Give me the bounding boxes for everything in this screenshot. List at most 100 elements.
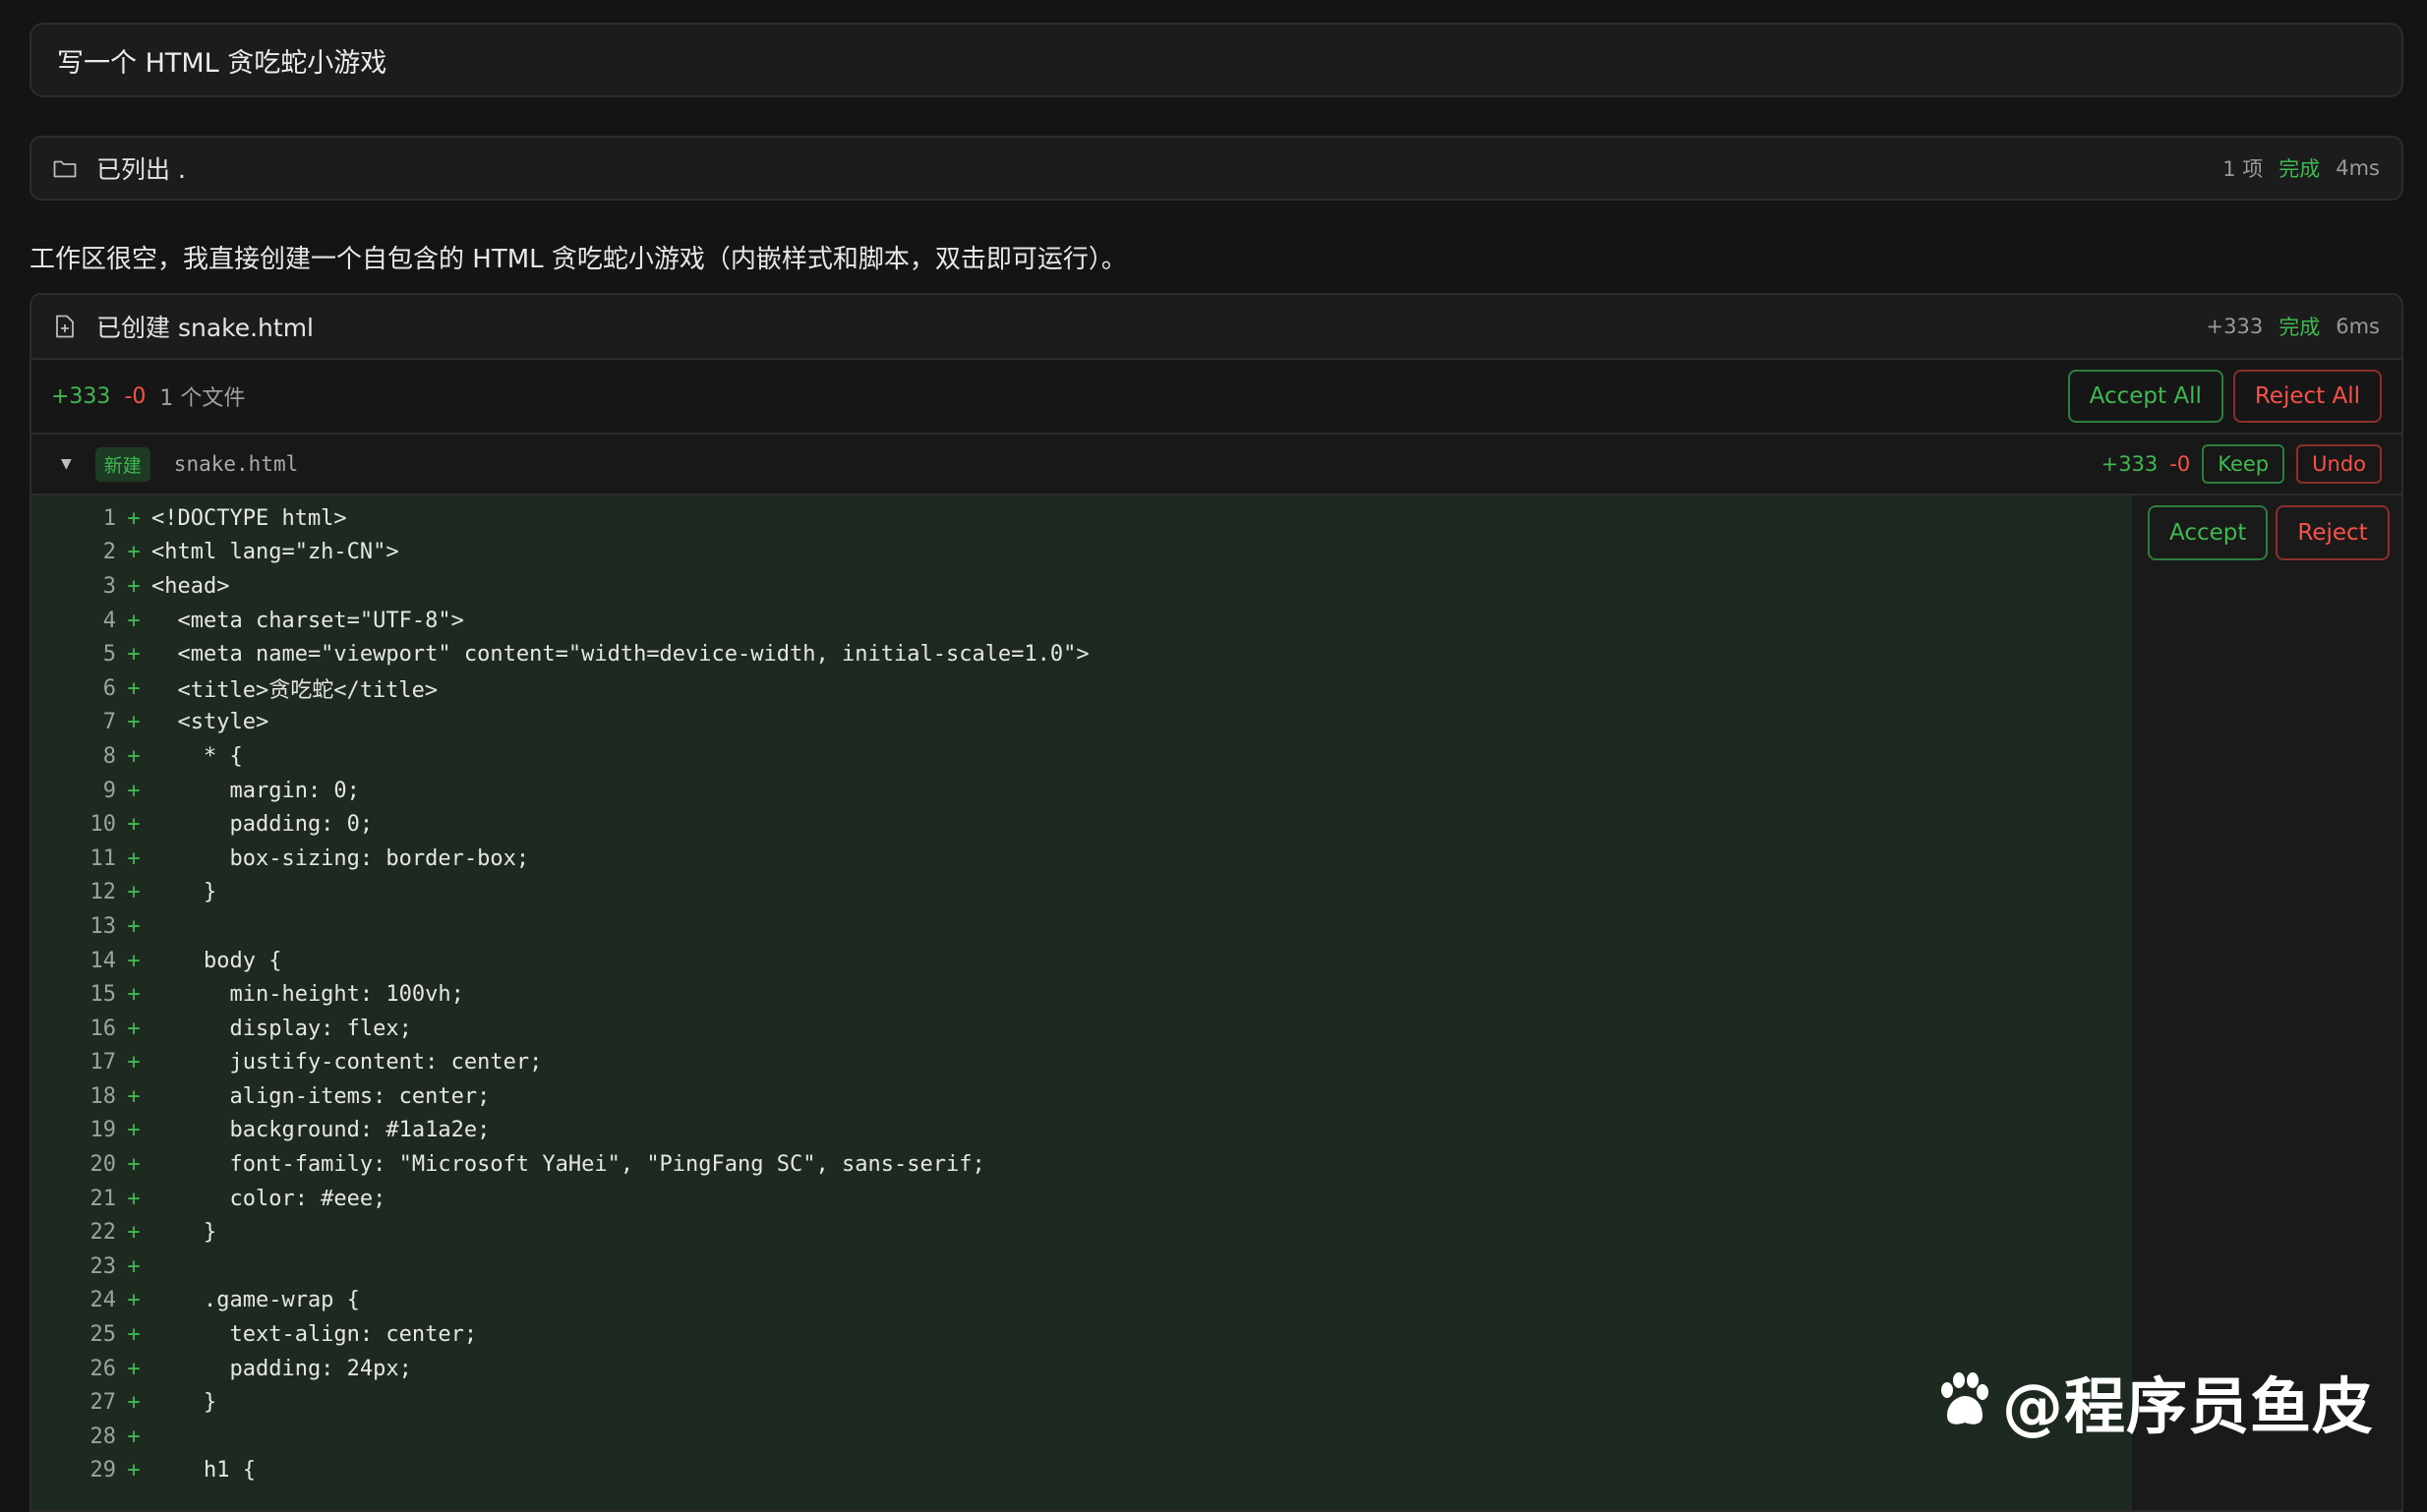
- accept-hunk-button[interactable]: Accept: [2148, 505, 2269, 560]
- code-text: <title>贪吃蛇</title>: [151, 678, 439, 704]
- paw-logo-icon: [1933, 1370, 1994, 1431]
- summary-removed: -0: [124, 383, 147, 409]
- list-tool-duration: 4ms: [2336, 156, 2380, 180]
- line-number: 3: [102, 573, 116, 599]
- changes-summary: +333 -0 1 个文件 Accept All Reject All: [31, 360, 2401, 435]
- create-tool-label: 已创建 snake.html: [96, 314, 314, 342]
- code-line: 14 + body {: [31, 944, 2132, 978]
- list-tool-label: 已列出 .: [96, 155, 186, 184]
- added-marker: +: [127, 1288, 141, 1313]
- file-row[interactable]: ▼ 新建 snake.html +333 -0 Keep Undo: [31, 435, 2401, 495]
- code-line: 16 + display: flex;: [31, 1012, 2132, 1046]
- added-marker: +: [127, 812, 141, 838]
- summary-added: +333: [51, 383, 111, 409]
- code-text: <meta name="viewport" content="width=dev…: [151, 642, 1090, 668]
- line-number: 29: [89, 1458, 117, 1483]
- code-text: <html lang="zh-CN">: [151, 540, 399, 565]
- list-tool-card[interactable]: 已列出 . 1 项 完成 4ms: [30, 136, 2403, 201]
- code-line: 26 + padding: 24px;: [31, 1352, 2132, 1386]
- line-number: 17: [89, 1050, 117, 1076]
- code-line: 21 + color: #eee;: [31, 1182, 2132, 1216]
- code-text: * {: [151, 743, 243, 769]
- collapse-chevron-icon[interactable]: ▼: [61, 456, 72, 472]
- code-text: }: [151, 880, 217, 905]
- code-line: 13 +: [31, 909, 2132, 944]
- code-line: 3 + <head>: [31, 569, 2132, 604]
- line-number: 24: [89, 1288, 117, 1313]
- line-number: 25: [89, 1322, 117, 1348]
- code-line: 29 + h1 {: [31, 1454, 2132, 1488]
- reject-hunk-button[interactable]: Reject: [2276, 505, 2390, 560]
- added-marker: +: [127, 1220, 141, 1246]
- code-text: display: flex;: [151, 1016, 412, 1041]
- added-marker: +: [127, 1152, 141, 1178]
- watermark-text: @程序员鱼皮: [2002, 1370, 2375, 1442]
- code-text: <meta charset="UTF-8">: [151, 608, 464, 633]
- undo-button[interactable]: Undo: [2296, 444, 2382, 484]
- added-marker: +: [127, 1253, 141, 1279]
- create-tool-added: +333: [2206, 315, 2264, 338]
- added-marker: +: [127, 778, 141, 803]
- code-text: min-height: 100vh;: [151, 982, 464, 1008]
- code-line: 25 + text-align: center;: [31, 1317, 2132, 1352]
- code-text: background: #1a1a2e;: [151, 1118, 491, 1143]
- added-marker: +: [127, 1390, 141, 1416]
- code-line: 27 + }: [31, 1385, 2132, 1420]
- code-line: 5 + <meta name="viewport" content="width=…: [31, 637, 2132, 671]
- added-marker: +: [127, 1083, 141, 1109]
- file-added: +333: [2101, 452, 2159, 476]
- line-number: 16: [89, 1016, 117, 1041]
- line-number: 8: [102, 743, 116, 769]
- code-text: padding: 0;: [151, 812, 374, 838]
- added-marker: +: [127, 913, 141, 939]
- reject-all-button[interactable]: Reject All: [2232, 370, 2382, 423]
- file-plus-icon: [53, 314, 77, 339]
- code-line: 2 + <html lang="zh-CN">: [31, 536, 2132, 570]
- create-tool-duration: 6ms: [2336, 315, 2380, 338]
- code-line: 8 + * {: [31, 739, 2132, 774]
- prompt-text: 写一个 HTML 贪吃蛇小游戏: [57, 47, 387, 79]
- code-line: 23 +: [31, 1250, 2132, 1284]
- added-marker: +: [127, 1050, 141, 1076]
- added-marker: +: [127, 1424, 141, 1449]
- assistant-message: 工作区很空，我直接创建一个自包含的 HTML 贪吃蛇小游戏（内嵌样式和脚本，双击…: [30, 245, 1127, 274]
- keep-button[interactable]: Keep: [2202, 444, 2285, 484]
- code-line: 19 + background: #1a1a2e;: [31, 1114, 2132, 1148]
- line-number: 22: [89, 1220, 117, 1246]
- added-marker: +: [127, 1118, 141, 1143]
- line-number: 1: [102, 505, 116, 531]
- code-line: 12 + }: [31, 876, 2132, 910]
- code-line: 7 + <style>: [31, 706, 2132, 740]
- code-line: 15 + min-height: 100vh;: [31, 977, 2132, 1012]
- new-file-badge: 新建: [94, 446, 150, 482]
- code-line: 20 + font-family: "Microsoft YaHei", "Pin…: [31, 1147, 2132, 1182]
- line-number: 7: [102, 710, 116, 735]
- line-number: 5: [102, 642, 116, 668]
- code-text: }: [151, 1220, 217, 1246]
- code-text: font-family: "Microsoft YaHei", "PingFan…: [151, 1152, 985, 1178]
- added-marker: +: [127, 642, 141, 668]
- create-tool-card: 已创建 snake.html +333 完成 6ms +333 -0 1 个文件…: [30, 293, 2403, 1512]
- line-number: 20: [89, 1152, 117, 1178]
- code-line: 6 + <title>贪吃蛇</title>: [31, 671, 2132, 706]
- code-text: .game-wrap {: [151, 1288, 360, 1313]
- folder-icon: [53, 156, 77, 180]
- file-removed: -0: [2169, 452, 2191, 476]
- code-line: 17 + justify-content: center;: [31, 1046, 2132, 1080]
- create-tool-header[interactable]: 已创建 snake.html +333 完成 6ms: [31, 295, 2401, 360]
- code-diff: 1 + <!DOCTYPE html> 2 + <html lang="zh-CN"> 3 +…: [31, 495, 2132, 1510]
- added-marker: +: [127, 880, 141, 905]
- accept-all-button[interactable]: Accept All: [2067, 370, 2223, 423]
- code-line: 18 + align-items: center;: [31, 1079, 2132, 1114]
- code-line: 28 +: [31, 1420, 2132, 1454]
- line-number: 11: [89, 845, 117, 871]
- line-number: 14: [89, 948, 117, 973]
- added-marker: +: [127, 982, 141, 1008]
- line-number: 10: [89, 812, 117, 838]
- code-line: 4 + <meta charset="UTF-8">: [31, 604, 2132, 638]
- code-text: <head>: [151, 573, 230, 599]
- line-number: 23: [89, 1253, 117, 1279]
- code-line: 1 + <!DOCTYPE html>: [31, 501, 2132, 536]
- line-number: 15: [89, 982, 117, 1008]
- added-marker: +: [127, 743, 141, 769]
